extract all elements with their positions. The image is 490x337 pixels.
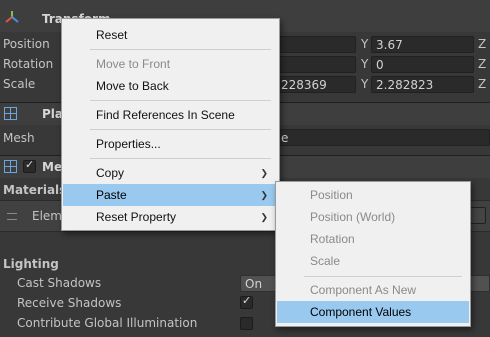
- menu-separator: [90, 49, 271, 50]
- receive-shadows-label: Receive Shadows: [17, 296, 122, 310]
- rotation-x-field[interactable]: [276, 56, 356, 73]
- mesh-filter-title: Pla: [42, 107, 64, 121]
- scale-label: Scale: [3, 77, 36, 91]
- menu-item-move-to-back[interactable]: Move to Back: [63, 75, 278, 97]
- transform-icon: [5, 10, 19, 24]
- position-y-axis-label[interactable]: Y: [361, 37, 368, 51]
- menu-item-reset[interactable]: Reset: [63, 24, 278, 46]
- scale-y-axis-label[interactable]: Y: [361, 77, 368, 91]
- menu-item-label: Copy: [96, 166, 125, 180]
- menu-item-move-to-front[interactable]: Move to Front: [63, 53, 278, 75]
- context-menu: Reset Move to Front Move to Back Find Re…: [61, 18, 280, 231]
- menu-item-label: Component Values: [310, 305, 412, 319]
- chevron-right-icon: ❯: [260, 168, 268, 178]
- menu-item-label: Reset Property: [96, 210, 177, 224]
- menu-item-label: Scale: [310, 254, 341, 268]
- menu-separator: [304, 276, 462, 277]
- menu-item-label: Rotation: [310, 232, 355, 246]
- submenu-item-rotation[interactable]: Rotation: [277, 228, 469, 250]
- menu-item-label: Position: [310, 188, 353, 202]
- menu-item-label: Move to Front: [96, 57, 171, 71]
- drag-handle-icon[interactable]: [7, 213, 17, 220]
- receive-shadows-checkbox[interactable]: ✓: [240, 294, 253, 309]
- rotation-y-field[interactable]: 0: [371, 56, 474, 73]
- lighting-label: Lighting: [3, 257, 59, 271]
- menu-item-label: Find References In Scene: [96, 108, 235, 122]
- menu-separator: [90, 129, 271, 130]
- menu-item-label: Position (World): [310, 210, 396, 224]
- position-label: Position: [3, 37, 50, 51]
- menu-item-paste[interactable]: Paste ❯: [63, 184, 278, 206]
- materials-label[interactable]: Materials: [3, 183, 66, 197]
- scale-y-field[interactable]: 2.282823: [371, 76, 474, 93]
- scale-x-field[interactable]: 228369: [276, 76, 356, 93]
- menu-item-properties[interactable]: Properties...: [63, 133, 278, 155]
- position-y-field[interactable]: 3.67: [371, 36, 474, 53]
- grid-icon: [4, 107, 17, 120]
- paste-submenu: Position Position (World) Rotation Scale…: [275, 181, 471, 327]
- menu-item-copy[interactable]: Copy ❯: [63, 162, 278, 184]
- menu-item-label: Properties...: [96, 137, 161, 151]
- menu-separator: [90, 158, 271, 159]
- rotation-z-axis-label[interactable]: Z: [478, 57, 486, 71]
- menu-item-label: Move to Back: [96, 79, 169, 93]
- chevron-right-icon: ❯: [260, 190, 268, 200]
- grid-icon: [4, 160, 17, 173]
- cast-shadows-label: Cast Shadows: [17, 276, 102, 290]
- rotation-y-axis-label[interactable]: Y: [361, 57, 368, 71]
- mesh-field[interactable]: e: [276, 129, 490, 146]
- chevron-right-icon: ❯: [260, 212, 268, 222]
- menu-item-reset-property[interactable]: Reset Property ❯: [63, 206, 278, 228]
- mesh-renderer-title: Me: [42, 160, 63, 174]
- submenu-item-position-world[interactable]: Position (World): [277, 206, 469, 228]
- menu-separator: [90, 100, 271, 101]
- menu-item-label: Component As New: [310, 283, 417, 297]
- scale-z-axis-label[interactable]: Z: [478, 77, 486, 91]
- checkmark-icon: ✓: [25, 158, 35, 171]
- submenu-item-component-values[interactable]: Component Values: [277, 301, 469, 323]
- mesh-renderer-enabled-checkbox[interactable]: ✓: [23, 158, 36, 173]
- submenu-item-component-as-new[interactable]: Component As New: [277, 279, 469, 301]
- submenu-item-position[interactable]: Position: [277, 184, 469, 206]
- menu-item-label: Reset: [96, 28, 128, 42]
- contribute-gi-checkbox[interactable]: [240, 317, 253, 330]
- submenu-item-scale[interactable]: Scale: [277, 250, 469, 272]
- mesh-label: Mesh: [3, 131, 35, 145]
- menu-item-find-references[interactable]: Find References In Scene: [63, 104, 278, 126]
- checkmark-icon: ✓: [242, 294, 252, 307]
- position-z-axis-label[interactable]: Z: [478, 37, 486, 51]
- menu-item-label: Paste: [96, 188, 127, 202]
- position-x-field[interactable]: [276, 36, 356, 53]
- contribute-gi-label: Contribute Global Illumination: [17, 316, 198, 330]
- rotation-label: Rotation: [3, 57, 54, 71]
